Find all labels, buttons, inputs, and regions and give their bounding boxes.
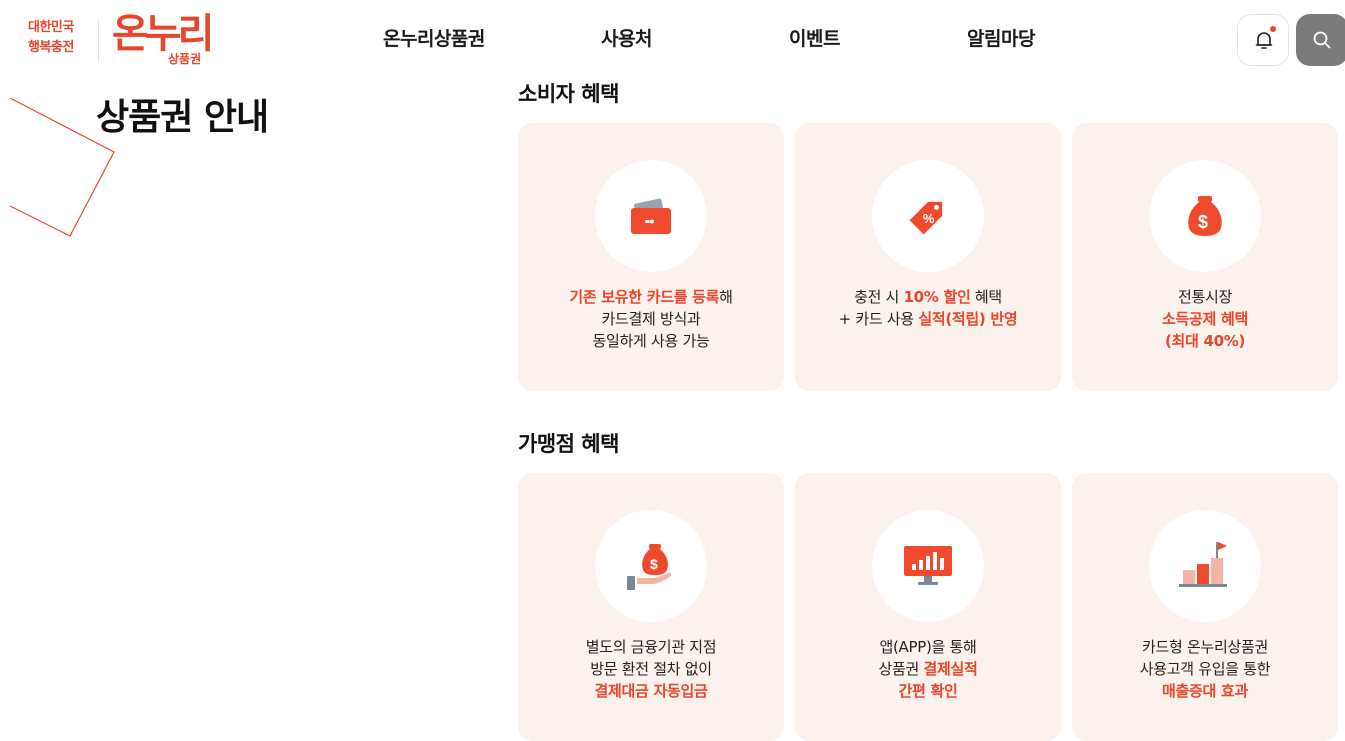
card-text-tail: 해 bbox=[719, 288, 733, 306]
card-line2: 방문 환전 절차 없이 bbox=[590, 660, 712, 678]
card-text: 충전 시 10% 할인 혜택 + 카드 사용 실적(적립) 반영 bbox=[795, 286, 1061, 330]
card-highlight: 실적(적립) 반영 bbox=[918, 310, 1018, 328]
brand-tagline[interactable]: 대한민국 행복충전 bbox=[28, 18, 88, 58]
card-text-head: + 카드 사용 bbox=[838, 310, 919, 328]
merchant-card-deposit: $ 별도의 금융기관 지점 방문 환전 절차 없이 결제대금 자동입금 bbox=[518, 473, 784, 741]
consumer-section-title: 소비자 혜택 bbox=[518, 82, 619, 106]
card-text: 기존 보유한 카드를 등록해 카드결제 방식과 동일하게 사용 가능 bbox=[518, 286, 784, 352]
nav-item-events[interactable]: 이벤트 bbox=[789, 24, 840, 51]
logo-sub: 상품권 bbox=[168, 52, 202, 66]
card-text: 앱(APP)을 통해 상품권 결제실적 간편 확인 bbox=[795, 636, 1061, 702]
card-highlight: 기존 보유한 카드를 등록 bbox=[569, 288, 720, 306]
bell-icon bbox=[1255, 32, 1273, 49]
card-highlight: 10% 할인 bbox=[903, 288, 971, 306]
card-text-tail: 혜택 bbox=[970, 288, 1002, 306]
card-icon-circle: $ bbox=[595, 510, 707, 622]
card-highlight: 간편 확인 bbox=[898, 682, 958, 700]
svg-text:$: $ bbox=[650, 556, 658, 572]
card-icon-circle: $ bbox=[1149, 160, 1261, 272]
hand-money-bag-icon: $ bbox=[627, 544, 671, 590]
card-highlight: 매출증대 효과 bbox=[1162, 682, 1248, 700]
nav-item-stores[interactable]: 사용처 bbox=[601, 24, 652, 51]
card-line1: 전통시장 bbox=[1177, 288, 1232, 306]
consumer-card-discount: % 충전 시 10% 할인 혜택 + 카드 사용 실적(적립) 반영 bbox=[795, 123, 1061, 391]
site-header: 대한민국 행복충전 온누리 상품권 온누리상품권 사용처 이벤트 알림마당 bbox=[0, 0, 1345, 80]
card-line3: 동일하게 사용 가능 bbox=[592, 332, 710, 350]
notification-dot bbox=[1270, 26, 1276, 32]
card-icon-circle bbox=[872, 510, 984, 622]
card-line2: 사용고객 유입을 통한 bbox=[1139, 660, 1271, 678]
card-text: 카드형 온누리상품권 사용고객 유입을 통한 매출증대 효과 bbox=[1072, 636, 1338, 702]
card-icon-circle bbox=[1149, 510, 1261, 622]
tagline-line1: 대한민국 bbox=[28, 20, 74, 35]
search-button[interactable] bbox=[1296, 14, 1345, 66]
merchant-card-sales: 카드형 온누리상품권 사용고객 유입을 통한 매출증대 효과 bbox=[1072, 473, 1338, 741]
card-text-head: 상품권 bbox=[878, 660, 924, 678]
card-highlight: 결제실적 bbox=[923, 660, 978, 678]
merchant-section-title: 가맹점 혜택 bbox=[518, 432, 619, 456]
brand-divider bbox=[98, 20, 99, 62]
search-icon bbox=[1313, 31, 1331, 49]
card-highlight: 소득공제 혜택 bbox=[1162, 310, 1248, 328]
svg-text:%: % bbox=[923, 211, 935, 226]
nav-item-notice[interactable]: 알림마당 bbox=[967, 24, 1035, 51]
card-text-head: 충전 시 bbox=[854, 288, 904, 306]
card-line2: 카드결제 방식과 bbox=[601, 310, 701, 328]
consumer-card-tax: $ 전통시장 소득공제 혜택 (최대 40%) bbox=[1072, 123, 1338, 391]
tagline-line2: 행복충전 bbox=[28, 40, 74, 55]
money-bag-icon: $ bbox=[1188, 196, 1222, 236]
consumer-card-registration: 기존 보유한 카드를 등록해 카드결제 방식과 동일하게 사용 가능 bbox=[518, 123, 784, 391]
discount-tag-icon: % bbox=[909, 201, 943, 235]
card-line1: 카드형 온누리상품권 bbox=[1142, 638, 1268, 656]
onnuri-logo[interactable]: 온누리 상품권 bbox=[112, 12, 216, 68]
page-title: 상품권 안내 bbox=[96, 97, 269, 138]
card-highlight: (최대 40%) bbox=[1164, 332, 1246, 350]
card-line1: 별도의 금융기관 지점 bbox=[585, 638, 717, 656]
merchant-card-app: 앱(APP)을 통해 상품권 결제실적 간편 확인 bbox=[795, 473, 1061, 741]
card-line1: 앱(APP)을 통해 bbox=[879, 638, 977, 656]
growth-flag-icon bbox=[1179, 542, 1227, 587]
nav-item-voucher[interactable]: 온누리상품권 bbox=[383, 24, 485, 51]
monitor-chart-icon bbox=[904, 546, 952, 585]
card-text: 별도의 금융기관 지점 방문 환전 절차 없이 결제대금 자동입금 bbox=[518, 636, 784, 702]
svg-text:$: $ bbox=[1198, 212, 1208, 232]
card-icon-circle: % bbox=[872, 160, 984, 272]
notification-button[interactable] bbox=[1237, 14, 1289, 66]
card-highlight: 결제대금 자동입금 bbox=[594, 682, 708, 700]
card-icon-circle bbox=[595, 160, 707, 272]
wallet-card-icon bbox=[631, 198, 671, 234]
card-text: 전통시장 소득공제 혜택 (최대 40%) bbox=[1072, 286, 1338, 352]
